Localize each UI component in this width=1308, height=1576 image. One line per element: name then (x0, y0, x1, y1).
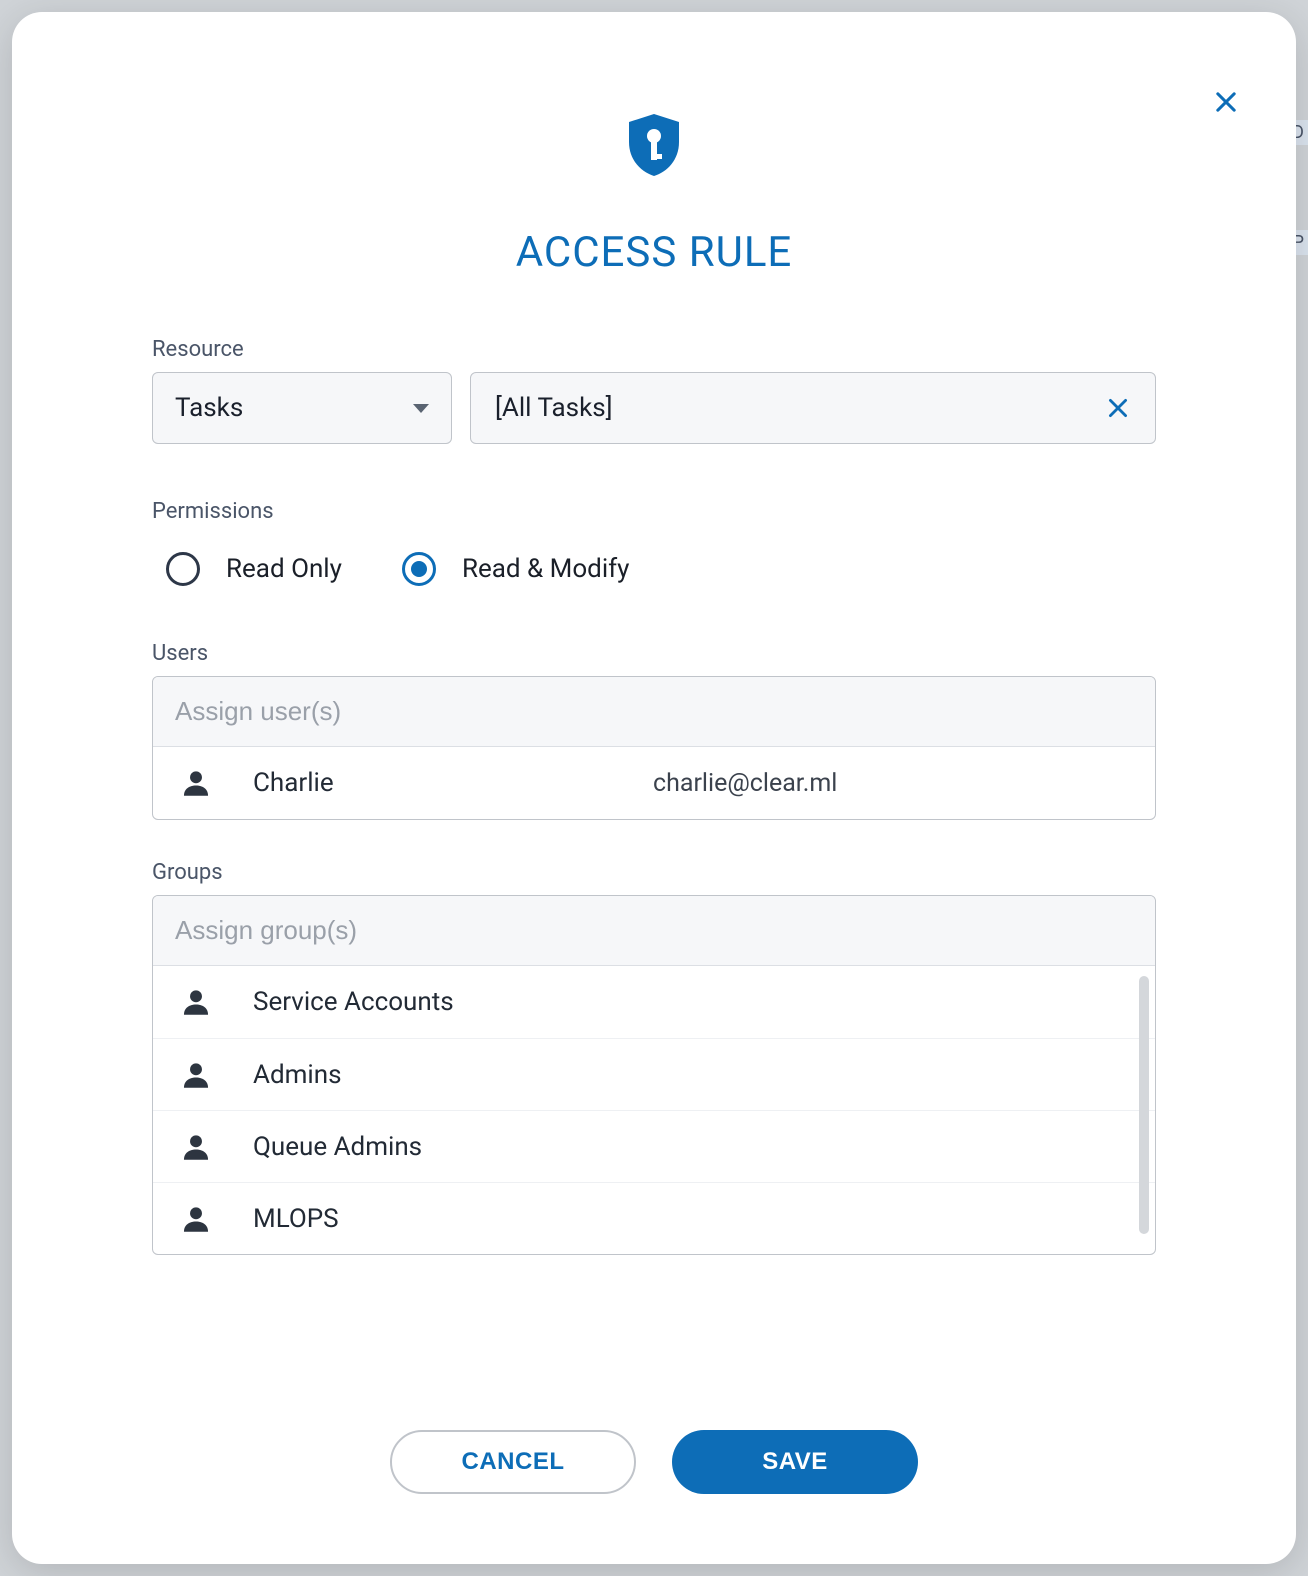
group-name: MLOPS (253, 1204, 613, 1234)
groups-search-input[interactable] (153, 896, 1155, 966)
user-name: Charlie (253, 768, 613, 798)
radio-icon (402, 552, 436, 586)
permission-read-only[interactable]: Read Only (166, 552, 342, 586)
group-name: Queue Admins (253, 1132, 613, 1162)
user-email: charlie@clear.ml (653, 769, 837, 798)
resource-label: Resource (152, 337, 1156, 362)
users-search-input[interactable] (153, 677, 1155, 747)
permission-read-modify[interactable]: Read & Modify (402, 552, 630, 586)
person-icon (179, 1058, 213, 1092)
users-label: Users (152, 641, 1156, 666)
groups-label: Groups (152, 860, 1156, 885)
user-row[interactable]: Charlie charlie@clear.ml (153, 747, 1155, 819)
save-button[interactable]: SAVE (672, 1430, 918, 1494)
groups-listbox: Service Accounts Admins Queue Admins (152, 895, 1156, 1255)
permission-option-label: Read Only (226, 554, 342, 584)
permissions-label: Permissions (152, 499, 1156, 524)
resource-type-value: Tasks (175, 393, 243, 423)
modal-title: ACCESS RULE (516, 228, 793, 277)
cancel-button[interactable]: CANCEL (390, 1430, 636, 1494)
close-icon (1212, 88, 1240, 116)
users-listbox: Charlie charlie@clear.ml (152, 676, 1156, 820)
person-icon (179, 985, 213, 1019)
permission-option-label: Read & Modify (462, 554, 630, 584)
shield-key-icon (625, 112, 683, 178)
access-rule-modal: ACCESS RULE Resource Tasks [All Tasks] P… (12, 12, 1296, 1564)
close-button[interactable] (1206, 82, 1246, 122)
resource-value-text: [All Tasks] (495, 393, 613, 423)
group-row[interactable]: Service Accounts (153, 966, 1155, 1038)
chevron-down-icon (413, 404, 429, 413)
person-icon (179, 1130, 213, 1164)
scrollbar[interactable] (1139, 976, 1149, 1234)
group-row[interactable]: Queue Admins (153, 1110, 1155, 1182)
group-name: Service Accounts (253, 987, 613, 1017)
close-icon (1105, 395, 1131, 421)
resource-value-input[interactable]: [All Tasks] (470, 372, 1156, 444)
resource-type-select[interactable]: Tasks (152, 372, 452, 444)
group-row[interactable]: MLOPS (153, 1182, 1155, 1254)
person-icon (179, 1202, 213, 1236)
group-row[interactable]: Admins (153, 1038, 1155, 1110)
clear-resource-button[interactable] (1105, 395, 1131, 421)
group-name: Admins (253, 1060, 613, 1090)
radio-icon (166, 552, 200, 586)
person-icon (179, 766, 213, 800)
